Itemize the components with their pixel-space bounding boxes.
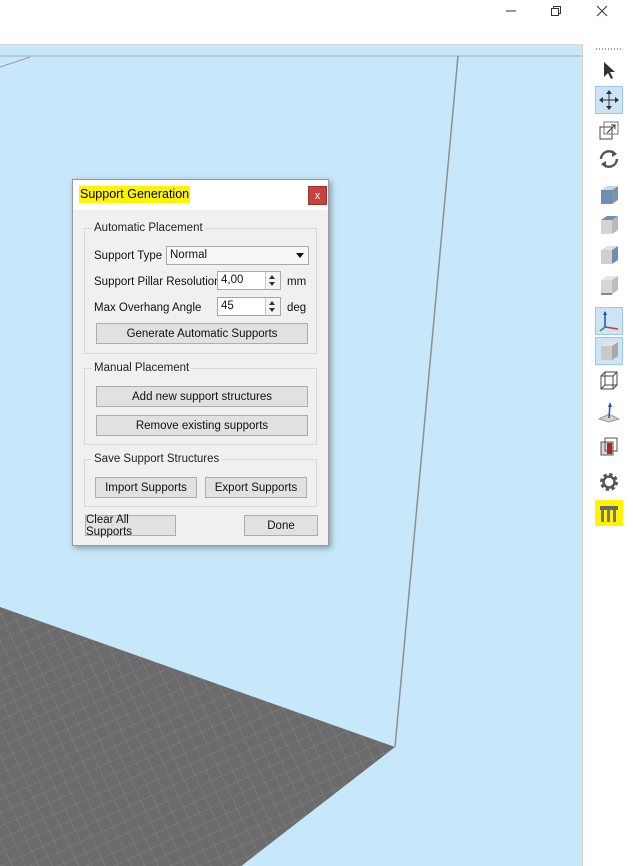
window-close-button[interactable] — [579, 0, 625, 22]
overhang-angle-spin-buttons[interactable] — [265, 298, 280, 315]
close-icon — [596, 5, 608, 17]
volume-edge — [394, 55, 459, 748]
overhang-angle-value: 45 — [221, 300, 234, 312]
toolbar-grip[interactable] — [596, 48, 622, 50]
overhang-angle-stepper[interactable]: 45 — [217, 297, 281, 316]
dialog-title: Support Generation — [79, 186, 191, 203]
wireframe-view-button[interactable] — [595, 367, 623, 395]
save-support-structures-label: Save Support Structures — [92, 452, 222, 466]
done-button[interactable]: Done — [244, 515, 318, 536]
add-support-structures-button[interactable]: Add new support structures — [96, 386, 308, 407]
view-bottom-cube-icon — [601, 276, 618, 295]
clear-all-supports-button[interactable]: Clear All Supports — [85, 514, 176, 538]
pillar-resolution-spin-buttons[interactable] — [265, 272, 280, 289]
minimize-icon — [506, 10, 516, 12]
volume-edge — [0, 56, 31, 68]
wireframe-cube-icon — [600, 371, 618, 390]
normals-icon — [597, 402, 621, 423]
solid-view-button[interactable] — [595, 337, 623, 365]
save-support-structures-group: Save Support Structures Import Supports … — [84, 452, 317, 507]
view-front-button[interactable] — [595, 181, 623, 209]
dialog-title-bar[interactable]: Support Generation x — [73, 180, 328, 210]
support-generation-button[interactable] — [595, 500, 623, 526]
move-tool-button[interactable] — [595, 86, 623, 114]
generate-automatic-supports-button[interactable]: Generate Automatic Supports — [96, 323, 308, 344]
restore-icon — [551, 6, 561, 16]
section-cube-icon — [600, 437, 618, 456]
overhang-angle-unit: deg — [287, 302, 307, 314]
axes-icon — [599, 311, 619, 332]
rotate-icon — [599, 150, 619, 168]
pillar-resolution-label: Support Pillar Resolution — [94, 276, 221, 288]
restore-button[interactable] — [533, 0, 579, 22]
pillar-resolution-stepper[interactable]: 4,00 — [217, 271, 281, 290]
spin-down-icon[interactable] — [269, 282, 275, 286]
automatic-placement-label: Automatic Placement — [92, 221, 205, 235]
axes-toggle-button[interactable] — [595, 307, 623, 335]
rotate-tool-button[interactable] — [595, 145, 623, 173]
automatic-placement-group: Automatic Placement Support Type Normal … — [84, 221, 317, 354]
scale-icon — [599, 121, 619, 140]
manual-placement-label: Manual Placement — [92, 361, 192, 375]
support-type-label: Support Type — [94, 250, 163, 262]
minimize-button[interactable] — [488, 0, 534, 22]
remove-supports-button[interactable]: Remove existing supports — [96, 415, 308, 436]
view-bottom-button[interactable] — [595, 271, 623, 299]
view-side-button[interactable] — [595, 241, 623, 269]
support-generation-icon — [600, 506, 618, 522]
scale-tool-button[interactable] — [595, 116, 623, 144]
support-type-select[interactable]: Normal — [166, 246, 309, 265]
spin-up-icon[interactable] — [269, 301, 275, 305]
move-icon — [599, 90, 619, 110]
settings-gear-icon — [600, 473, 618, 491]
build-platform — [0, 607, 395, 866]
pillar-resolution-unit: mm — [287, 276, 307, 288]
view-top-cube-icon — [601, 216, 618, 234]
window-title-bar — [0, 0, 633, 44]
select-arrow-icon — [604, 62, 615, 79]
view-front-cube-icon — [601, 186, 618, 204]
support-generation-dialog: Support Generation x Automatic Placement… — [72, 179, 329, 546]
pillar-resolution-value: 4,00 — [221, 274, 244, 286]
overhang-angle-label: Max Overhang Angle — [94, 302, 202, 314]
select-tool-button[interactable] — [595, 56, 623, 84]
manual-placement-group: Manual Placement Add new support structu… — [84, 361, 317, 445]
export-supports-button[interactable]: Export Supports — [205, 477, 307, 498]
right-toolbar — [582, 44, 633, 866]
import-supports-button[interactable]: Import Supports — [95, 477, 197, 498]
spin-up-icon[interactable] — [269, 275, 275, 279]
chevron-down-icon — [296, 253, 304, 258]
solid-cube-icon — [601, 342, 618, 360]
view-side-cube-icon — [601, 246, 618, 264]
view-top-button[interactable] — [595, 211, 623, 239]
support-type-value: Normal — [170, 249, 208, 261]
spin-down-icon[interactable] — [269, 308, 275, 312]
section-view-button[interactable] — [595, 433, 623, 461]
normals-view-button[interactable] — [595, 397, 623, 425]
settings-button[interactable] — [595, 468, 623, 496]
dialog-close-button[interactable]: x — [308, 186, 327, 205]
